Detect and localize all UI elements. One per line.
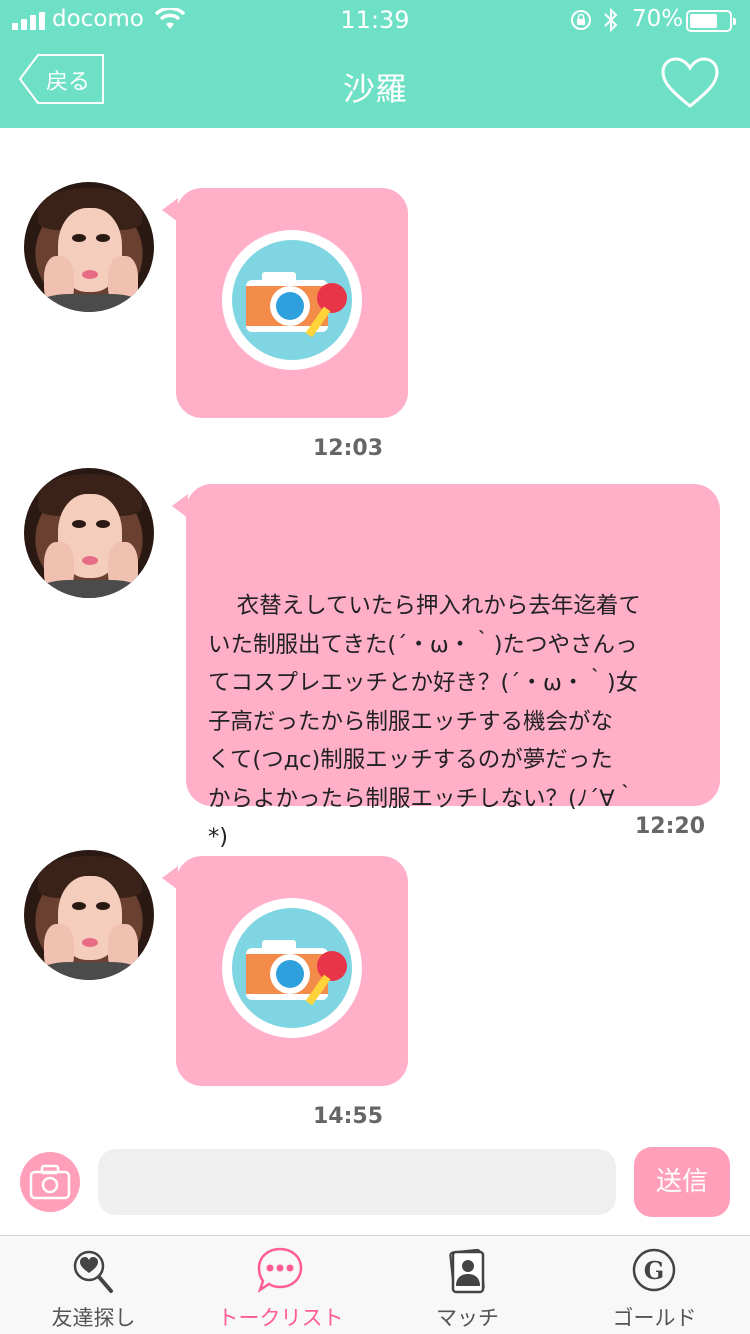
battery-icon xyxy=(686,10,736,32)
tab-find-friends[interactable]: 友達探し xyxy=(0,1236,187,1334)
chat-bubble-icon xyxy=(257,1247,303,1294)
tab-label: 友達探し xyxy=(51,1306,136,1330)
bluetooth-icon xyxy=(604,7,618,33)
tab-label: ゴールド xyxy=(612,1306,697,1330)
status-bar: docomo 11:39 70% xyxy=(0,0,750,42)
heart-icon[interactable] xyxy=(660,56,720,110)
tab-gold[interactable]: G ゴールド xyxy=(561,1236,748,1334)
page-title: 沙羅 xyxy=(342,70,407,108)
tab-bar: 友達探し トークリスト マッチ G ゴールド xyxy=(0,1235,750,1334)
camera-icon xyxy=(29,1164,71,1200)
header-bar: docomo 11:39 70% 戻る 沙羅 xyxy=(0,0,750,128)
avatar[interactable] xyxy=(24,182,154,312)
message-text: 衣替えしていたら押入れから去年迄着て いた制服出てきた(´・ω・｀)たつやさんっ… xyxy=(208,593,641,850)
locked-photo-icon xyxy=(222,898,362,1038)
message-timestamp: 14:55 xyxy=(313,1104,384,1129)
send-button[interactable]: 送信 xyxy=(634,1147,730,1217)
tab-match[interactable]: マッチ xyxy=(374,1236,561,1334)
message-timestamp: 12:03 xyxy=(313,436,384,461)
locked-photo-icon xyxy=(222,230,362,370)
camera-button[interactable] xyxy=(20,1152,80,1212)
tab-label: マッチ xyxy=(436,1306,499,1330)
gold-coin-icon: G xyxy=(632,1248,676,1292)
message-input[interactable] xyxy=(98,1149,616,1215)
profile-cards-icon xyxy=(449,1248,485,1294)
svg-text:G: G xyxy=(644,1256,665,1285)
avatar[interactable] xyxy=(24,850,154,980)
avatar[interactable] xyxy=(24,468,154,598)
tab-label: トークリスト xyxy=(217,1306,344,1330)
locked-photo-bubble[interactable] xyxy=(162,856,408,1086)
locked-photo-bubble[interactable] xyxy=(162,188,408,418)
text-message-bubble[interactable]: 衣替えしていたら押入れから去年迄着て いた制服出てきた(´・ω・｀)たつやさんっ… xyxy=(172,484,720,850)
message-timestamp: 12:20 xyxy=(635,814,706,839)
battery-percent: 70% xyxy=(632,6,684,32)
search-heart-icon xyxy=(73,1250,113,1293)
rotation-lock-icon xyxy=(571,10,591,30)
tab-talk-list[interactable]: トークリスト xyxy=(187,1236,374,1334)
